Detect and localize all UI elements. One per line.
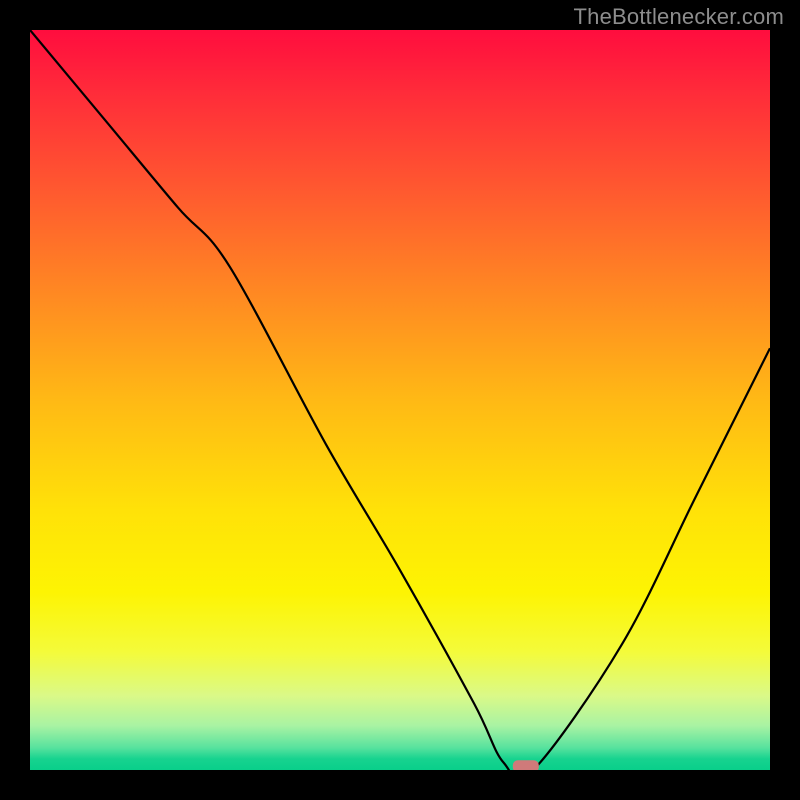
chart-svg bbox=[30, 30, 770, 770]
watermark-text: TheBottlenecker.com bbox=[574, 4, 784, 30]
chart-plot-area bbox=[30, 30, 770, 770]
target-marker bbox=[513, 760, 539, 770]
bottleneck-curve-line bbox=[30, 30, 770, 770]
chart-container: TheBottlenecker.com bbox=[0, 0, 800, 800]
